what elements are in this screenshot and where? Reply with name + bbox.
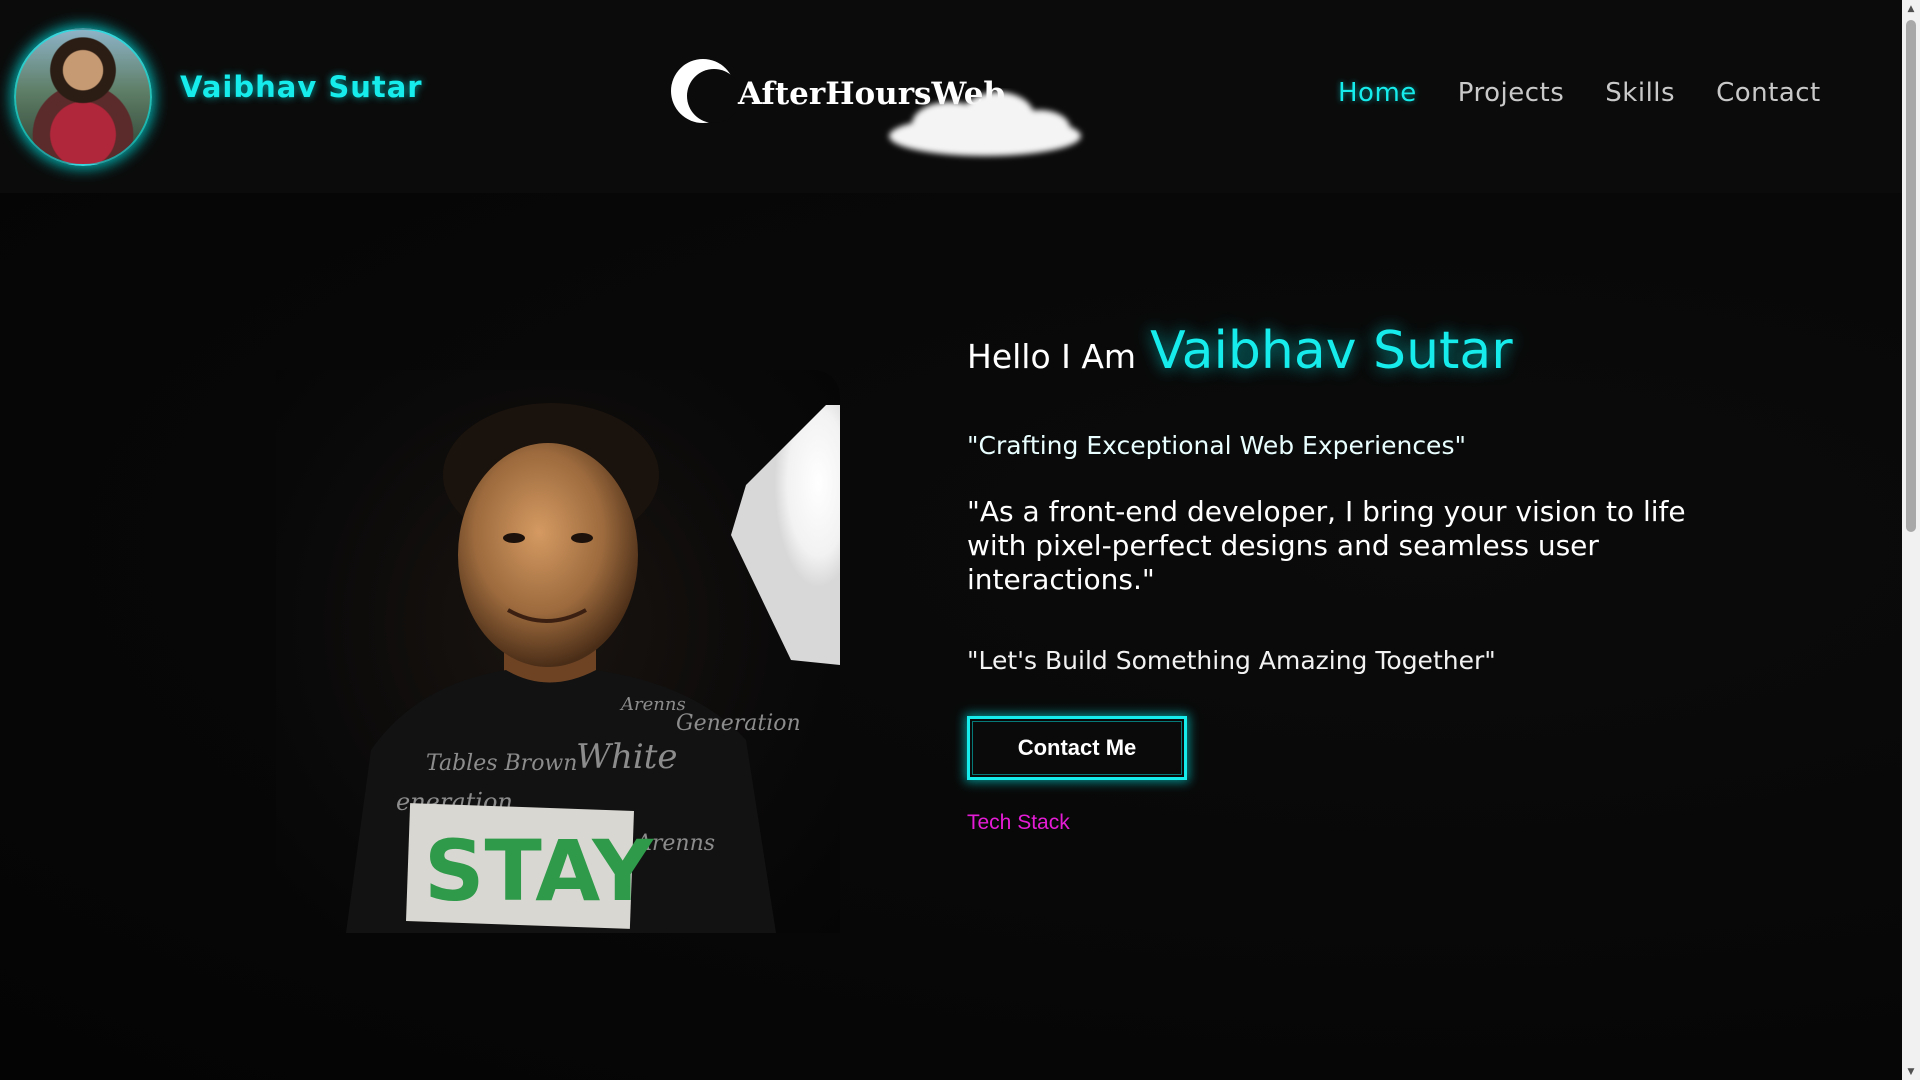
cta-text: "Let's Build Something Amazing Together" — [967, 646, 1496, 675]
avatar[interactable] — [14, 28, 152, 166]
cloud-icon — [889, 92, 1081, 156]
scroll-down-arrow-icon[interactable]: ▼ — [1902, 1063, 1920, 1080]
svg-text:White: White — [576, 737, 678, 777]
hero-description: "As a front-end developer, I bring your … — [967, 495, 1686, 596]
brand-name[interactable]: Vaibhav Sutar — [180, 70, 423, 104]
svg-text:Tables Brown: Tables Brown — [426, 751, 577, 776]
tagline: "Crafting Exceptional Web Experiences" — [967, 431, 1466, 460]
page: Vaibhav Sutar AfterHoursWeb Home Project… — [0, 0, 1920, 1080]
crescent-moon-icon[interactable] — [670, 58, 736, 124]
nav-home[interactable]: Home — [1338, 78, 1417, 108]
greeting-name: Vaibhav Sutar — [1150, 321, 1513, 381]
scrollbar-thumb[interactable] — [1906, 20, 1916, 532]
portrait-photo: Tables Brown White Arenns eneration Aren… — [276, 370, 840, 933]
greeting-prefix: Hello I Am — [967, 337, 1137, 376]
site-header: Vaibhav Sutar AfterHoursWeb Home Project… — [0, 0, 1902, 193]
scroll-up-arrow-icon[interactable]: ▲ — [1902, 0, 1920, 17]
portrait-shirt-text: STAY — [424, 822, 654, 920]
nav-contact[interactable]: Contact — [1716, 78, 1821, 108]
nav-projects[interactable]: Projects — [1458, 78, 1565, 108]
main-nav: Home Projects Skills Contact — [1338, 78, 1821, 108]
vertical-scrollbar[interactable]: ▲ ▼ — [1902, 0, 1920, 1080]
tech-stack-link[interactable]: Tech Stack — [967, 811, 1070, 835]
hero-greeting: Hello I Am Vaibhav Sutar — [967, 321, 1513, 381]
contact-me-button[interactable]: Contact Me — [967, 716, 1187, 780]
svg-text:Generation: Generation — [676, 711, 801, 736]
hero-section: Tables Brown White Arenns eneration Aren… — [0, 193, 1902, 1080]
nav-skills[interactable]: Skills — [1605, 78, 1675, 108]
